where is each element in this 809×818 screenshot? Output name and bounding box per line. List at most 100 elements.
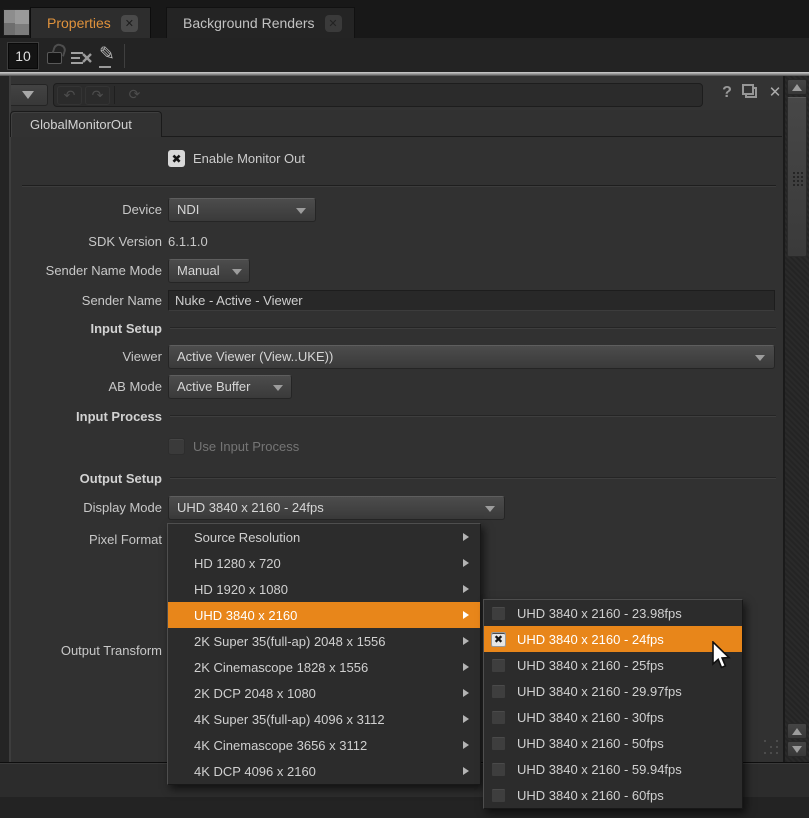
submenu-item-24fps[interactable]: ✖UHD 3840 x 2160 - 24fps xyxy=(484,626,742,652)
node-tab-globalmonitorout[interactable]: GlobalMonitorOut xyxy=(10,111,162,137)
node-panel-header: ↶ ↷ ⟳ ? ✕ xyxy=(0,76,809,110)
menu-item-uhd-3840x2160[interactable]: UHD 3840 x 2160 xyxy=(168,602,480,628)
node-tab-baseline xyxy=(162,136,782,137)
groove-divider xyxy=(114,86,115,104)
ab-mode-dropdown[interactable]: Active Buffer xyxy=(168,375,292,399)
menu-item-2k-dcp[interactable]: 2K DCP 2048 x 1080 xyxy=(168,680,480,706)
submenu-arrow-icon xyxy=(463,715,469,723)
chevron-down-icon xyxy=(296,208,306,214)
menu-item-4k-cinemascope[interactable]: 4K Cinemascope 3656 x 3112 xyxy=(168,732,480,758)
section-input-process: Input Process xyxy=(11,406,781,426)
submenu-arrow-icon xyxy=(463,767,469,775)
checkbox-unchecked xyxy=(491,762,506,777)
thumb-grip-dots xyxy=(793,172,795,174)
float-panel-icon[interactable] xyxy=(745,87,757,98)
redo-button[interactable]: ↷ xyxy=(85,86,110,105)
clear-all-panels-icon[interactable] xyxy=(70,50,92,66)
sender-name-input[interactable] xyxy=(168,290,775,311)
chevron-down-icon xyxy=(755,355,765,361)
checkbox-checked: ✖ xyxy=(491,632,506,647)
triangle-down-icon xyxy=(792,746,802,753)
sender-name-mode-dropdown[interactable]: Manual xyxy=(168,259,250,283)
submenu-item-59-94fps[interactable]: UHD 3840 x 2160 - 59.94fps xyxy=(484,756,742,782)
menu-item-source-resolution[interactable]: Source Resolution xyxy=(168,524,480,550)
viewer-label: Viewer xyxy=(11,349,162,364)
panel-header-groove: ↶ ↷ ⟳ xyxy=(53,83,703,107)
sdk-version-value: 6.1.1.0 xyxy=(168,234,208,249)
submenu-arrow-icon xyxy=(463,533,469,541)
help-button[interactable]: ? xyxy=(716,82,738,104)
menu-item-2k-cinemascope[interactable]: 2K Cinemascope 1828 x 1556 xyxy=(168,654,480,680)
menu-item-2k-super35[interactable]: 2K Super 35(full-ap) 2048 x 1556 xyxy=(168,628,480,654)
fps-submenu: UHD 3840 x 2160 - 23.98fps ✖UHD 3840 x 2… xyxy=(483,599,743,809)
enable-monitor-out-checkbox[interactable]: ✖ xyxy=(168,150,185,167)
ab-mode-value: Active Buffer xyxy=(177,379,250,394)
ab-mode-label: AB Mode xyxy=(11,379,162,394)
output-setup-label: Output Setup xyxy=(11,471,162,486)
submenu-item-30fps[interactable]: UHD 3840 x 2160 - 30fps xyxy=(484,704,742,730)
row-sender-name: Sender Name xyxy=(11,288,781,313)
panel-left-edge xyxy=(0,76,9,762)
chevron-down-icon xyxy=(273,385,283,391)
checkbox-unchecked xyxy=(491,684,506,699)
display-mode-label: Display Mode xyxy=(11,500,162,515)
viewer-dropdown[interactable]: Active Viewer (View..UKE)) xyxy=(168,345,775,369)
checkbox-unchecked xyxy=(491,710,506,725)
device-label: Device xyxy=(11,202,162,217)
section-line xyxy=(170,415,776,417)
menu-item-hd-1280x720[interactable]: HD 1280 x 720 xyxy=(168,550,480,576)
device-dropdown[interactable]: NDI xyxy=(168,198,316,222)
scroll-up-button[interactable] xyxy=(787,79,807,95)
tab-background-renders[interactable]: Background Renders ✕ xyxy=(166,7,355,38)
sender-name-label: Sender Name xyxy=(11,293,162,308)
scroll-down-button[interactable] xyxy=(787,741,807,757)
device-value: NDI xyxy=(177,202,199,217)
pane-menu-icon[interactable] xyxy=(3,9,30,36)
section-input-setup: Input Setup xyxy=(11,318,781,338)
divider xyxy=(22,185,776,187)
submenu-item-29-97fps[interactable]: UHD 3840 x 2160 - 29.97fps xyxy=(484,678,742,704)
tab-properties-close-icon[interactable]: ✕ xyxy=(121,15,138,32)
panel-resize-grip[interactable] xyxy=(764,740,766,742)
submenu-arrow-icon xyxy=(463,663,469,671)
tab-properties[interactable]: Properties ✕ xyxy=(30,7,151,38)
edit-pencil-icon[interactable]: ✎ xyxy=(96,44,118,70)
pixel-format-label: Pixel Format xyxy=(11,532,162,547)
sender-name-mode-label: Sender Name Mode xyxy=(11,263,162,278)
tab-background-renders-label: Background Renders xyxy=(183,15,315,31)
revert-button[interactable]: ⟳ xyxy=(122,86,147,105)
menu-item-4k-dcp[interactable]: 4K DCP 4096 x 2160 xyxy=(168,758,480,784)
triangle-down-icon xyxy=(22,91,34,99)
input-process-label: Input Process xyxy=(11,409,162,424)
chevron-down-icon xyxy=(485,506,495,512)
tab-background-renders-close-icon[interactable]: ✕ xyxy=(325,15,342,32)
row-use-input-process: Use Input Process xyxy=(11,434,781,459)
scroll-up-button-bottom[interactable] xyxy=(787,723,807,739)
use-input-process-label: Use Input Process xyxy=(193,439,299,454)
submenu-arrow-icon xyxy=(463,637,469,645)
vertical-scrollbar[interactable] xyxy=(785,76,809,762)
use-input-process-checkbox[interactable] xyxy=(168,438,185,455)
submenu-arrow-icon xyxy=(463,611,469,619)
row-display-mode: Display Mode UHD 3840 x 2160 - 24fps xyxy=(11,495,781,520)
lock-icon[interactable] xyxy=(47,52,62,64)
submenu-item-25fps[interactable]: UHD 3840 x 2160 - 25fps xyxy=(484,652,742,678)
input-setup-label: Input Setup xyxy=(11,321,162,336)
display-mode-value: UHD 3840 x 2160 - 24fps xyxy=(177,500,324,515)
chevron-down-icon xyxy=(232,269,242,275)
checkbox-unchecked xyxy=(491,606,506,621)
scrollbar-thumb[interactable] xyxy=(787,97,807,257)
display-mode-dropdown[interactable]: UHD 3840 x 2160 - 24fps xyxy=(168,496,505,520)
submenu-item-23-98fps[interactable]: UHD 3840 x 2160 - 23.98fps xyxy=(484,600,742,626)
submenu-item-50fps[interactable]: UHD 3840 x 2160 - 50fps xyxy=(484,730,742,756)
submenu-item-60fps[interactable]: UHD 3840 x 2160 - 60fps xyxy=(484,782,742,808)
undo-button[interactable]: ↶ xyxy=(57,86,82,105)
max-panels-input[interactable] xyxy=(8,43,38,69)
menu-item-4k-super35[interactable]: 4K Super 35(full-ap) 4096 x 3112 xyxy=(168,706,480,732)
row-ab-mode: AB Mode Active Buffer xyxy=(11,374,781,399)
panel-menu-button[interactable] xyxy=(8,84,48,106)
menu-item-hd-1920x1080[interactable]: HD 1920 x 1080 xyxy=(168,576,480,602)
section-line xyxy=(170,477,776,479)
checkbox-unchecked xyxy=(491,736,506,751)
checkbox-unchecked xyxy=(491,658,506,673)
